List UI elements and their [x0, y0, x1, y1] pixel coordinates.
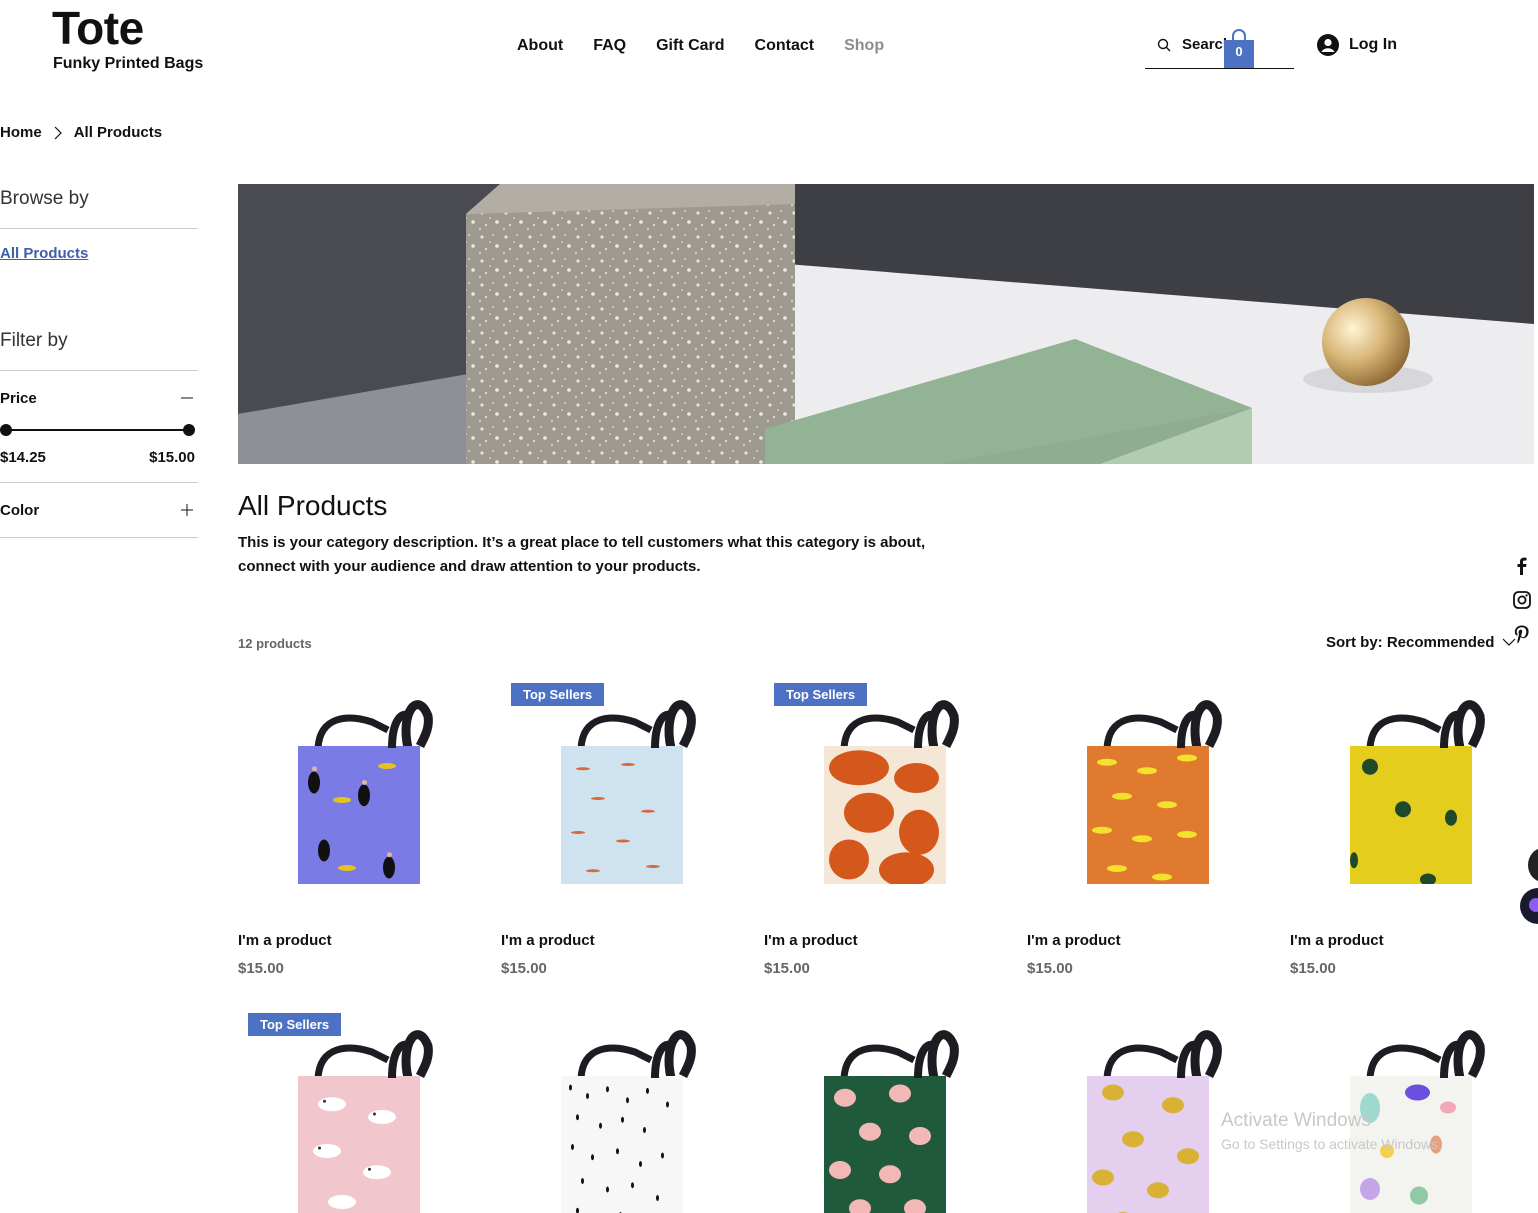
search-bar[interactable]: [1145, 30, 1294, 69]
login-label: Log In: [1349, 36, 1397, 53]
site-logo-subtitle: Funky Printed Bags: [53, 55, 204, 72]
category-description: This is your category description. It’s …: [238, 534, 926, 575]
browse-all-products-link[interactable]: All Products: [0, 245, 198, 262]
breadcrumb-home[interactable]: Home: [0, 124, 42, 141]
breadcrumb: Home All Products: [0, 124, 162, 141]
sort-dropdown[interactable]: Sort by: Recommended: [1326, 634, 1516, 651]
slider-max-handle[interactable]: [183, 424, 195, 436]
minus-icon[interactable]: [181, 392, 193, 404]
product-name[interactable]: I'm a product: [238, 932, 332, 949]
product-price: $15.00: [501, 960, 547, 977]
search-icon[interactable]: [1157, 38, 1171, 52]
slider-track: [5, 429, 189, 431]
login-button[interactable]: Log In: [1317, 34, 1397, 56]
product-image[interactable]: [288, 1006, 438, 1213]
chat-icon: [1529, 898, 1538, 912]
product-image[interactable]: [1077, 1006, 1227, 1213]
windows-watermark-title: Activate Windows: [1221, 1110, 1371, 1131]
browse-by-heading: Browse by: [0, 188, 89, 209]
product-name[interactable]: I'm a product: [1290, 932, 1384, 949]
site-logo-title[interactable]: Tote: [52, 2, 144, 54]
color-filter-toggle[interactable]: Color: [0, 483, 198, 537]
product-price: $15.00: [1027, 960, 1073, 977]
price-filter-label: Price: [0, 389, 37, 407]
category-title: All Products: [238, 490, 388, 521]
top-sellers-badge: Top Sellers: [511, 683, 605, 706]
product-image[interactable]: [551, 676, 701, 896]
cart-button[interactable]: 0: [1224, 28, 1254, 68]
product-price: $15.00: [238, 960, 284, 977]
product-count: 12 products: [238, 636, 312, 651]
nav-faq[interactable]: FAQ: [593, 36, 626, 56]
price-range-slider[interactable]: [0, 419, 198, 441]
top-sellers-badge: Top Sellers: [248, 1013, 342, 1036]
color-filter-label: Color: [0, 501, 40, 519]
divider: [0, 537, 198, 538]
nav-gift-card[interactable]: Gift Card: [656, 36, 724, 56]
plus-icon[interactable]: [181, 504, 193, 516]
product-image[interactable]: [814, 1006, 964, 1213]
social-bar: [1512, 556, 1534, 658]
product-image[interactable]: [551, 1006, 701, 1213]
windows-watermark-subtitle: Go to Settings to activate Windows.: [1221, 1136, 1442, 1152]
product-price: $15.00: [1290, 960, 1336, 977]
cart-count: 0: [1235, 44, 1243, 59]
sort-label: Sort by: Recommended: [1326, 634, 1495, 651]
product-image[interactable]: [288, 676, 438, 896]
main-nav: About FAQ Gift Card Contact Shop: [517, 36, 914, 56]
product-name[interactable]: I'm a product: [501, 932, 595, 949]
sidebar: Browse by All Products Filter by Price $…: [0, 184, 198, 538]
product-image[interactable]: [1340, 676, 1490, 896]
slider-min-handle[interactable]: [0, 424, 12, 436]
user-avatar-icon: [1317, 34, 1339, 56]
product-image[interactable]: [814, 676, 964, 896]
price-min-value: $14.25: [0, 449, 46, 466]
price-range-values: $14.25 $15.00: [0, 449, 198, 466]
category-banner-image: [238, 184, 1534, 464]
price-filter-toggle[interactable]: Price: [0, 371, 198, 425]
price-max-value: $15.00: [149, 449, 195, 466]
product-price: $15.00: [764, 960, 810, 977]
product-name[interactable]: I'm a product: [1027, 932, 1121, 949]
product-name[interactable]: I'm a product: [764, 932, 858, 949]
chevron-right-icon: [54, 126, 62, 139]
nav-contact[interactable]: Contact: [755, 36, 815, 56]
instagram-icon[interactable]: [1512, 590, 1534, 624]
product-image[interactable]: [1077, 676, 1227, 896]
nav-about[interactable]: About: [517, 36, 563, 56]
nav-shop[interactable]: Shop: [844, 36, 884, 56]
chat-widget-top[interactable]: [1528, 848, 1538, 882]
top-sellers-badge: Top Sellers: [774, 683, 868, 706]
breadcrumb-current: All Products: [73, 124, 163, 141]
filter-by-heading: Filter by: [0, 330, 68, 351]
pinterest-icon[interactable]: [1512, 624, 1534, 658]
divider: [0, 228, 198, 229]
facebook-icon[interactable]: [1512, 556, 1534, 590]
